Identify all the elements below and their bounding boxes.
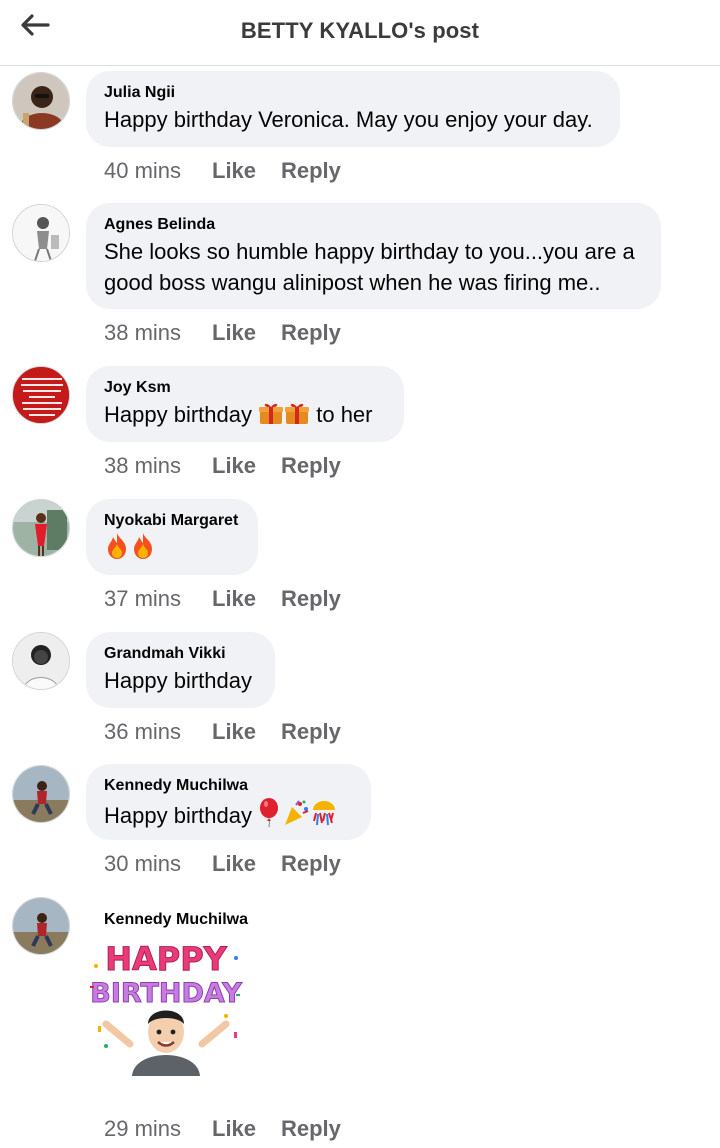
comment-bubble: Kennedy Muchilwa Happy birthday <box>86 764 371 840</box>
comment-text: Happy birthday <box>104 797 353 835</box>
sticker-text: BIRTHDAY <box>90 978 242 1009</box>
avatar[interactable] <box>12 632 70 690</box>
comment-author[interactable]: Kennedy Muchilwa <box>104 910 248 930</box>
comment-time: 29 mins <box>104 1116 182 1141</box>
comment-time: 30 mins <box>104 851 182 876</box>
comment-text-part: Happy birthday <box>104 402 252 427</box>
comment-author[interactable]: Kennedy Muchilwa <box>104 776 353 796</box>
avatar[interactable] <box>12 499 70 557</box>
reply-button[interactable]: Reply <box>281 849 341 879</box>
comment-time: 40 mins <box>104 158 182 183</box>
comment-time: 36 mins <box>104 719 182 744</box>
birthday-sticker-image[interactable]: HAPPY BIRTHDAY <box>86 936 246 1076</box>
avatar[interactable] <box>12 765 70 823</box>
comment-text-line: good boss wangu alinipost when he was fi… <box>104 270 601 295</box>
comment-meta: 29 mins Like Reply <box>104 1114 341 1144</box>
comment-meta: 38 mins Like Reply <box>104 451 341 481</box>
balloon-icon <box>258 797 282 835</box>
comment-text: Happy birthday <box>104 668 252 693</box>
comment-bubble: Agnes Belinda She looks so humble happy … <box>86 203 661 309</box>
like-button[interactable]: Like <box>212 451 281 481</box>
reply-button[interactable]: Reply <box>281 584 341 614</box>
reply-button[interactable]: Reply <box>281 717 341 747</box>
avatar[interactable] <box>12 897 70 955</box>
like-button[interactable]: Like <box>212 584 281 614</box>
avatar[interactable] <box>12 72 70 130</box>
comment-author[interactable]: Grandmah Vikki <box>104 644 257 664</box>
comment-meta: 36 mins Like Reply <box>104 717 341 747</box>
party-popper-icon <box>282 799 310 835</box>
comment-text: Happy birthday Veronica. May you enjoy y… <box>104 107 593 132</box>
page-title: BETTY KYALLO's post <box>240 18 480 43</box>
gift-icon <box>258 400 284 434</box>
comment-author[interactable]: Joy Ksm <box>104 378 386 398</box>
avatar[interactable] <box>12 204 70 262</box>
reply-button[interactable]: Reply <box>281 318 341 348</box>
gift-icon <box>284 400 310 434</box>
comment-time: 38 mins <box>104 320 182 345</box>
sticker-text: HAPPY <box>105 940 227 978</box>
comment-meta: 38 mins Like Reply <box>104 318 341 348</box>
like-button[interactable]: Like <box>212 717 281 747</box>
comment-time: 37 mins <box>104 586 182 611</box>
like-button[interactable]: Like <box>212 156 281 186</box>
comment-text-part: Happy birthday <box>104 803 252 828</box>
avatar[interactable] <box>12 366 70 424</box>
comment-meta: 40 mins Like Reply <box>104 156 341 186</box>
comment-bubble: Julia Ngii Happy birthday Veronica. May … <box>86 71 620 147</box>
comment-meta: 37 mins Like Reply <box>104 584 341 614</box>
comment-time: 38 mins <box>104 453 182 478</box>
comment-text-part: to her <box>316 402 373 427</box>
comment-author[interactable]: Nyokabi Margaret <box>104 511 240 531</box>
fire-icon <box>130 532 156 568</box>
comment-text: Happy birthday to her <box>104 399 386 434</box>
comment-text <box>104 532 240 568</box>
reply-button[interactable]: Reply <box>281 451 341 481</box>
like-button[interactable]: Like <box>212 1114 281 1144</box>
comment-text-line: She looks so humble happy birthday to yo… <box>104 239 635 264</box>
reply-button[interactable]: Reply <box>281 156 341 186</box>
comment-author[interactable]: Agnes Belinda <box>104 215 643 235</box>
comment-bubble: Grandmah Vikki Happy birthday <box>86 632 275 708</box>
like-button[interactable]: Like <box>212 318 281 348</box>
reply-button[interactable]: Reply <box>281 1114 341 1144</box>
confetti-ball-icon <box>310 799 338 835</box>
comment-author[interactable]: Julia Ngii <box>104 83 602 103</box>
comment-meta: 30 mins Like Reply <box>104 849 341 879</box>
comment-bubble: Joy Ksm Happy birthday to her <box>86 366 404 442</box>
top-bar: BETTY KYALLO's post <box>0 0 720 66</box>
comment-bubble: Nyokabi Margaret <box>86 499 258 575</box>
fire-icon <box>104 532 130 568</box>
like-button[interactable]: Like <box>212 849 281 879</box>
